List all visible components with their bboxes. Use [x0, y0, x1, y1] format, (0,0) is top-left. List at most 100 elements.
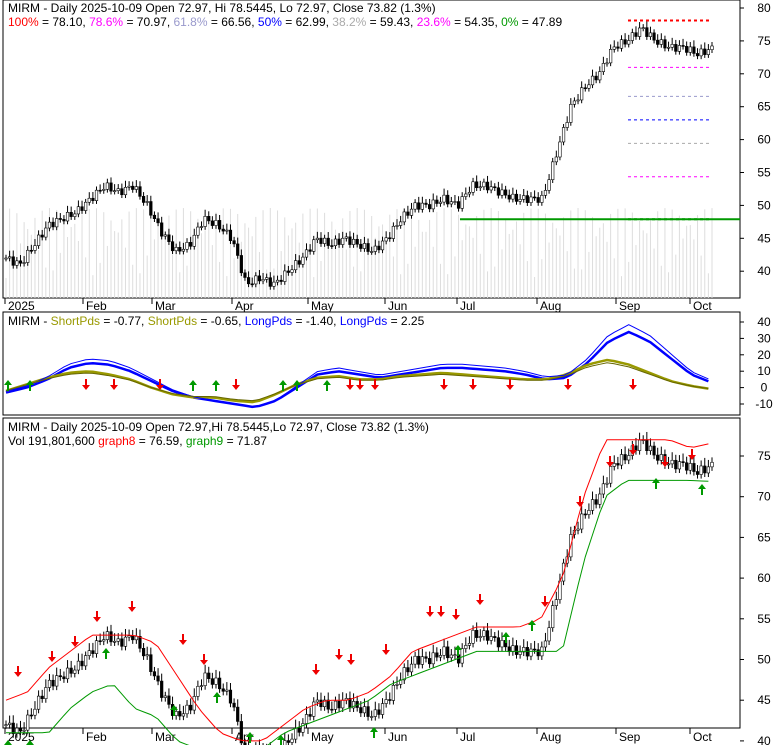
- price-candle: [4, 257, 8, 260]
- p3-candle: [149, 654, 153, 672]
- p3-candle: [619, 454, 624, 466]
- p3-candle: [80, 660, 84, 667]
- price-candle: [605, 62, 609, 65]
- price-candle: [460, 196, 464, 209]
- p3-candle: [417, 655, 421, 665]
- price-tick-label: 70: [757, 67, 771, 81]
- p3-candle: [442, 646, 446, 656]
- price-candle: [464, 193, 468, 197]
- x-tick-label: Aug: [540, 730, 561, 744]
- fib-label: 61.8%: [173, 15, 208, 29]
- price-candle: [482, 181, 486, 188]
- price-candle: [131, 185, 135, 190]
- fib-label: 50%: [257, 15, 282, 29]
- price-candle: [47, 221, 52, 229]
- sell-arrow-icon: [688, 449, 696, 460]
- price-candle: [8, 256, 12, 259]
- price-candle: [695, 53, 700, 57]
- p3-candle: [62, 676, 66, 680]
- p3-candle: [362, 706, 367, 714]
- price-candle: [449, 201, 453, 205]
- p3-candle: [58, 675, 62, 678]
- price-candle: [22, 262, 26, 264]
- price-candle: [525, 195, 529, 203]
- price-candle: [145, 201, 149, 203]
- fib-value: = 54.35,: [450, 15, 502, 29]
- price-candle: [134, 186, 138, 190]
- price-candle: [62, 219, 66, 222]
- p3-candle: [315, 699, 319, 703]
- x-tick-label: Jul: [460, 299, 475, 313]
- price-candle: [330, 245, 334, 247]
- p3-candle: [214, 677, 218, 685]
- p3-candle: [489, 636, 493, 641]
- p3-candle: [160, 680, 164, 698]
- price-candle: [11, 256, 15, 266]
- price-candle: [659, 39, 663, 45]
- p3-candle: [464, 645, 468, 649]
- price-candle: [456, 201, 461, 209]
- p3-candle: [677, 461, 682, 470]
- price-candle: [703, 48, 707, 55]
- x-tick-label: May: [311, 730, 334, 744]
- panel3-title: MIRM - Daily 2025-10-09 Open 72.97,Hi 78…: [8, 420, 429, 434]
- fib-value: = 47.89: [518, 15, 563, 29]
- p3-candle: [145, 654, 149, 657]
- p3-candle: [634, 445, 638, 451]
- p3-candle: [594, 499, 598, 505]
- price-candle: [576, 99, 580, 102]
- p3-candle: [612, 463, 616, 467]
- p3-candle: [587, 510, 591, 515]
- p3-candle: [283, 740, 287, 745]
- short-pds-line-2: [5, 362, 709, 402]
- p3-candle: [427, 658, 432, 665]
- p3-candle: [189, 704, 193, 711]
- fib-value: = 59.43,: [366, 15, 417, 29]
- price-candle: [580, 87, 584, 101]
- p3-candle: [659, 454, 663, 461]
- buy-arrow-icon: [102, 648, 110, 659]
- panel2-legend: MIRM - ShortPds = -0.77, ShortPds = -0.6…: [8, 314, 425, 328]
- buy-arrow-icon: [528, 620, 536, 631]
- price-candle: [435, 199, 439, 204]
- p3-candle: [706, 466, 710, 474]
- graph9-label: graph9: [185, 434, 224, 448]
- p3-candle: [471, 629, 475, 644]
- price-candle: [583, 87, 587, 90]
- sell-arrow-icon: [629, 379, 637, 390]
- p3-candle: [380, 703, 385, 715]
- price-candle: [192, 234, 196, 247]
- price-candle: [630, 32, 634, 41]
- chart-canvas: 40 45 50 55 60 65 70 75 80 -10 0 10 20 30 40 40 45 50 55 60…: [2, 0, 773, 745]
- price-candle: [214, 220, 218, 226]
- price-candle: [58, 218, 62, 220]
- p3-candle: [431, 652, 435, 665]
- osc-label: ShortPds: [50, 314, 101, 328]
- x-tick-label: Sep: [619, 299, 641, 313]
- price-candle: [674, 44, 678, 52]
- p3-candle: [185, 704, 189, 715]
- p3-candle: [598, 493, 602, 505]
- p3-candle: [637, 439, 642, 451]
- price-candle: [710, 45, 714, 50]
- price-candle: [55, 218, 59, 228]
- price-candle: [36, 234, 41, 246]
- price-candle: [87, 197, 91, 203]
- p3-candle: [485, 630, 490, 641]
- p3-candle: [333, 700, 338, 710]
- p3-candle: [94, 640, 99, 654]
- price-candle: [648, 32, 653, 37]
- p3-candle: [297, 727, 301, 733]
- fib-label: 23.6%: [416, 15, 451, 29]
- p3-candle: [4, 724, 8, 726]
- price-candle: [91, 197, 95, 201]
- price-tick-label: 55: [757, 166, 771, 180]
- fib-legend: 100% = 78.10, 78.6% = 70.97, 61.8% = 66.…: [8, 15, 563, 29]
- price-candle: [69, 212, 73, 217]
- price-candle: [167, 234, 171, 242]
- p3-candle: [199, 685, 204, 687]
- p3-candle: [123, 636, 128, 647]
- p3-candle: [424, 656, 428, 659]
- p3-candle: [127, 635, 131, 638]
- p3-candle: [475, 629, 479, 638]
